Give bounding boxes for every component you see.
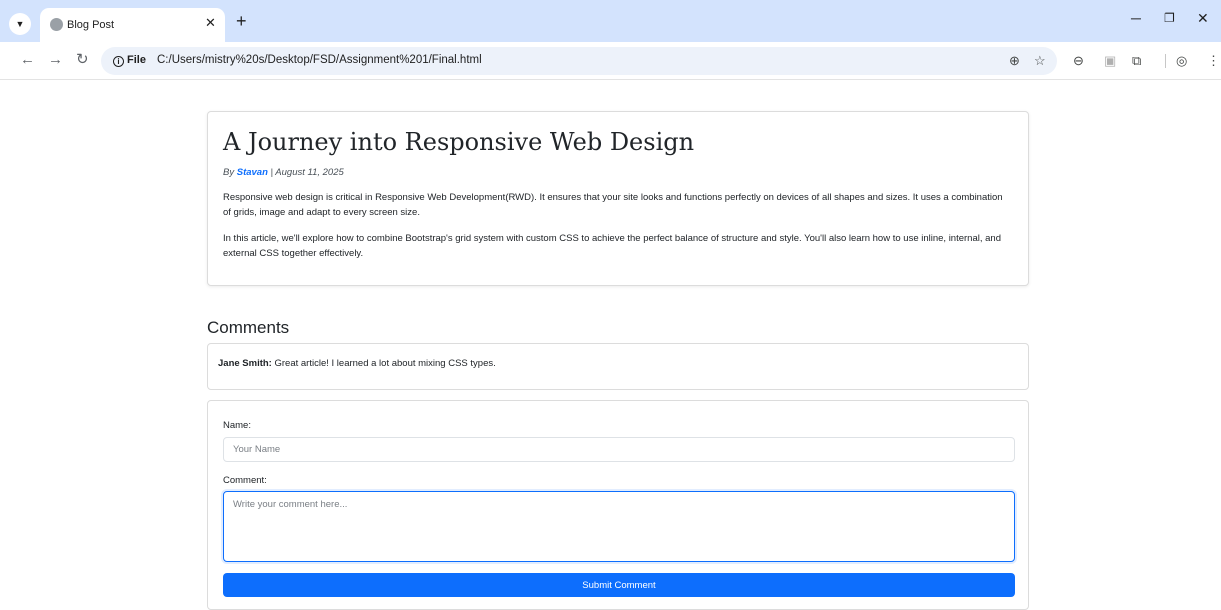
post-paragraph: In this article, we'll explore how to co…	[223, 233, 1001, 259]
comment-body: Great article! I learned a lot about mix…	[271, 358, 496, 369]
window-close-icon[interactable]: ✕	[1197, 10, 1209, 26]
minimize-icon[interactable]: ─	[1131, 10, 1141, 26]
star-icon[interactable]: ☆	[1034, 53, 1046, 68]
restore-icon[interactable]: ❐	[1164, 10, 1175, 26]
chevron-down-icon[interactable]: ▼	[9, 13, 31, 35]
comment-label: Comment:	[223, 475, 267, 486]
comment-text: Jane Smith: Great article! I learned a l…	[218, 358, 496, 369]
blog-post-card: A Journey into Responsive Web Design By …	[207, 111, 1029, 286]
browser-toolbar: ← → ↻ i File C:/Users/mistry%20s/Desktop/…	[0, 42, 1221, 80]
zoom-icon[interactable]: ⊕	[1009, 53, 1020, 68]
extension-icon[interactable]: ⊖	[1073, 53, 1084, 69]
info-icon: i	[113, 56, 124, 67]
post-author: Stavan	[236, 167, 268, 178]
browser-tab[interactable]: Blog Post ✕	[40, 8, 225, 42]
extension-icon[interactable]: ▣	[1104, 53, 1116, 69]
post-date: | August 11, 2025	[267, 167, 344, 178]
comment-item: Jane Smith: Great article! I learned a l…	[207, 343, 1029, 390]
site-info-button[interactable]: i File	[113, 54, 146, 67]
back-arrow-icon[interactable]: ←	[20, 51, 35, 69]
tab-title: Blog Post	[67, 19, 115, 31]
comments-heading: Comments	[207, 318, 290, 337]
submit-comment-button[interactable]: Submit Comment	[223, 573, 1015, 597]
address-bar[interactable]: i File C:/Users/mistry%20s/Desktop/FSD/As…	[101, 47, 1057, 75]
globe-icon	[50, 18, 63, 31]
browser-tabstrip: ▼ Blog Post ✕ + ─ ❐ ✕	[0, 0, 1221, 42]
reload-icon[interactable]: ↻	[76, 51, 89, 69]
name-input[interactable]	[223, 437, 1015, 462]
puzzle-icon[interactable]: ⧉	[1132, 53, 1141, 69]
comment-author: Jane Smith:	[218, 358, 272, 369]
close-icon[interactable]: ✕	[205, 16, 216, 30]
comment-form: Name: Comment: Submit Comment	[207, 400, 1029, 610]
site-info-label: File	[127, 54, 146, 66]
url-text[interactable]: C:/Users/mistry%20s/Desktop/FSD/Assignme…	[157, 54, 482, 66]
plus-icon[interactable]: +	[236, 12, 247, 30]
byline-prefix: By	[223, 167, 235, 178]
post-byline: By Stavan | August 11, 2025	[223, 167, 344, 178]
comment-textarea[interactable]	[223, 491, 1015, 562]
toolbar-divider	[1165, 54, 1166, 68]
profile-icon[interactable]: ◎	[1176, 53, 1187, 69]
post-title: A Journey into Responsive Web Design	[223, 128, 695, 156]
forward-arrow-icon[interactable]: →	[48, 51, 63, 69]
post-paragraph: Responsive web design is critical in Res…	[223, 192, 1003, 218]
name-label: Name:	[223, 420, 251, 431]
more-vertical-icon[interactable]: ⋮	[1207, 53, 1220, 69]
